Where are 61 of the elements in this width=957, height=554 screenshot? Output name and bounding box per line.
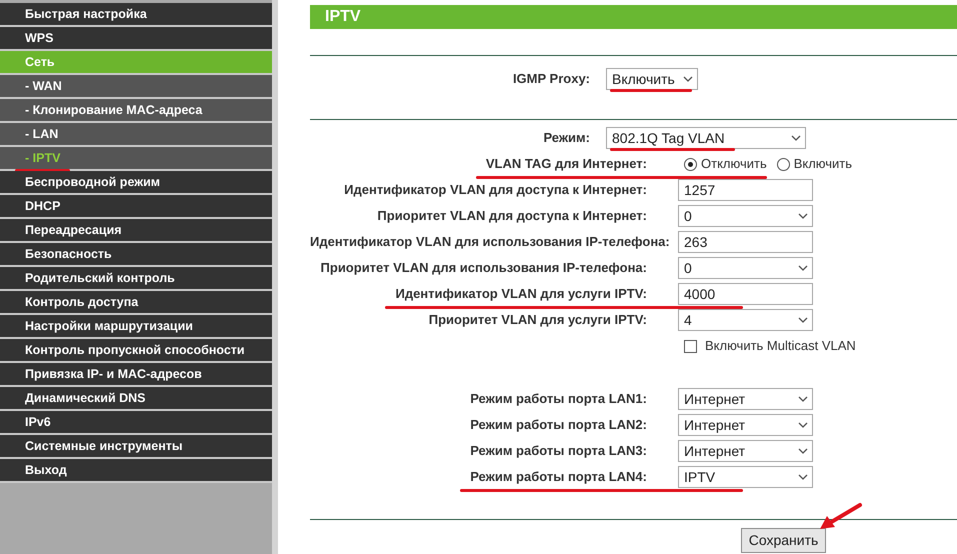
field-label: Приоритет VLAN для использования IP-телефона: [320,260,647,276]
field-label: Режим работы порта LAN1: [470,391,647,406]
field-label: Режим работы порта LAN4: [470,469,647,484]
sidebar-item[interactable]: - WAN [0,75,272,99]
radio-button[interactable] [776,158,790,170]
field-label: Приоритет VLAN для услуги IPTV: [428,312,647,328]
chevron-icon [798,474,808,480]
chevron-icon [798,213,808,219]
field-label: Идентификатор VLAN для использования IP-телефона: [310,234,670,250]
sidebar-item[interactable]: Настройки маршрутизации [0,315,272,339]
sidebar-item[interactable]: IPv6 [0,411,272,435]
sidebar-item[interactable]: - Клонирование MAC-адреса [0,99,272,123]
sidebar-item[interactable]: Контроль пропускной способности [0,339,272,363]
sidebar-item[interactable]: Контроль доступа [0,291,272,315]
input-field[interactable]: 1257 [678,179,813,201]
chevron-icon [791,135,801,141]
field-label: IGMP Proxy: [512,71,590,86]
dropdown[interactable]: IPTV [678,466,813,488]
sidebar-item[interactable]: - IPTV [0,147,272,171]
chevron-icon [798,265,808,271]
input-field[interactable]: 263 [678,231,813,253]
sidebar-item[interactable]: Переадресация [0,219,272,243]
dropdown[interactable]: Интернет [678,440,813,462]
dropdown[interactable]: Интернет [678,388,813,410]
chevron-icon [683,76,693,82]
dropdown[interactable]: Интернет [678,414,813,436]
sidebar-item[interactable]: Выход [0,459,272,483]
radio-label: Отключить [701,155,767,174]
dropdown[interactable]: 0 [678,257,813,279]
checkbox[interactable] [684,340,697,352]
sidebar-item[interactable]: - LAN [0,123,272,147]
checkbox-label: Включить Multicast VLAN [705,337,856,356]
field-label: Идентификатор VLAN для доступа к Интернет: [344,182,647,198]
sidebar-item[interactable]: Беспроводной режим [0,171,272,195]
dropdown[interactable]: 4 [678,309,813,331]
radio-button[interactable] [684,158,697,170]
chevron-icon [798,396,808,402]
field-label: Режим работы порта LAN3: [470,443,647,458]
dropdown[interactable]: Включить [606,68,698,90]
save-button[interactable]: Сохранить [740,528,826,553]
sidebar-item[interactable]: Быстрая настройка [0,3,272,27]
sidebar-item[interactable]: Системные инструменты [0,435,272,459]
sidebar-item[interactable]: Родительский контроль [0,267,272,291]
field-label: Идентификатор VLAN для услуги IPTV: [395,286,647,302]
field-label: Режим: [543,130,590,146]
sidebar-item[interactable]: WPS [0,27,272,51]
sidebar-item[interactable]: Безопасность [0,243,272,267]
sidebar-item[interactable]: Динамический DNS [0,387,272,411]
sidebar-item[interactable]: Привязка IP- и MAC-адресов [0,363,272,387]
field-label: VLAN TAG для Интернет: [486,156,647,172]
field-label: Режим работы порта LAN2: [470,417,647,432]
dropdown[interactable]: 0 [678,205,813,227]
chevron-icon [798,448,808,454]
chevron-icon [798,317,808,323]
radio-label: Включить [794,155,852,174]
input-field[interactable]: 4000 [678,283,813,305]
sidebar-item[interactable]: DHCP [0,195,272,219]
panel-title: IPTV [310,5,957,29]
chevron-icon [798,422,808,428]
dropdown[interactable]: 802.1Q Tag VLAN [606,127,806,149]
field-label: Приоритет VLAN для доступа к Интернет: [377,208,647,224]
